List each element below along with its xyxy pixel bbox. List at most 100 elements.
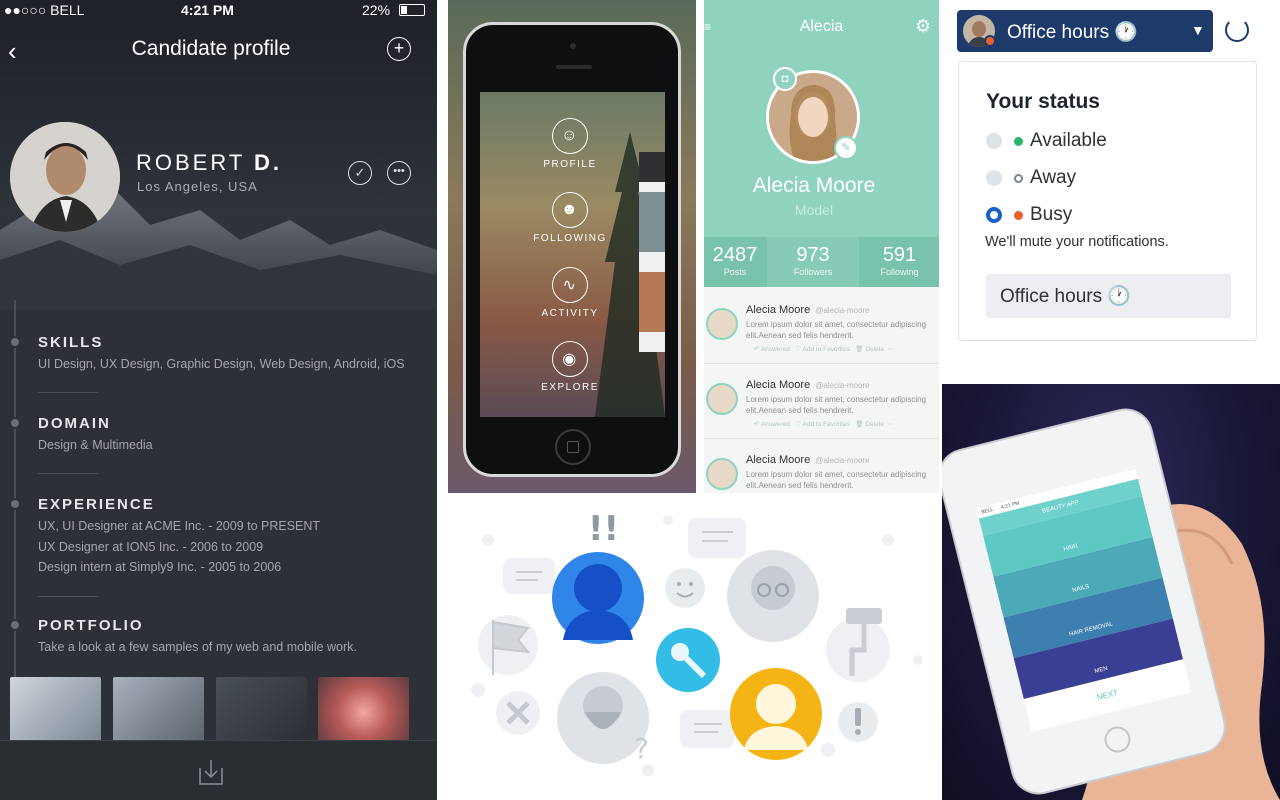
busy-note: We'll mute your notifications. <box>985 234 1169 250</box>
post-avatar <box>706 383 738 415</box>
available-dot-icon <box>1014 137 1023 146</box>
stat-value: 2487 <box>712 244 758 266</box>
status-button-label: Office hours 🕐 <box>1007 20 1138 44</box>
speaker <box>556 65 592 69</box>
post-avatar <box>706 458 738 490</box>
side-drawer-preview <box>639 152 665 352</box>
gear-icon[interactable]: ⚙ <box>915 16 931 37</box>
stat-posts[interactable]: 2487 Posts <box>704 237 766 287</box>
skills-text: UI Design, UX Design, Graphic Design, We… <box>38 357 405 371</box>
svg-text:?: ? <box>634 732 649 765</box>
menu-item-profile[interactable]: ☺ PROFILE <box>530 118 610 170</box>
avatar <box>10 122 120 232</box>
list-item[interactable]: Alecia Moore @alecia-moore Lorem ipsum do… <box>704 290 939 364</box>
post-author: Alecia Moore @alecia-moore <box>746 304 870 316</box>
check-icon[interactable]: ✓ <box>348 161 372 185</box>
timeline-dot <box>9 417 21 429</box>
battery-percent: 22% <box>362 2 391 18</box>
divider <box>38 392 98 393</box>
experience-line: Design intern at Simply9 Inc. - 2005 to … <box>38 560 282 574</box>
answered-action[interactable]: Answered <box>761 346 790 353</box>
beauty-app-mockup: BELL 4:21 PM BEAUTY APP HAIR NAILS HAIR … <box>942 384 1280 800</box>
pulse-icon: ∿ <box>552 267 588 303</box>
option-away[interactable]: Away <box>1030 167 1076 189</box>
users-icon: ☻ <box>552 192 588 228</box>
menu-label: FOLLOWING <box>533 233 607 244</box>
radio-away[interactable] <box>986 170 1002 186</box>
profile-name: Alecia Moore <box>752 174 876 197</box>
portfolio-thumbnail[interactable] <box>113 677 204 741</box>
portfolio-thumbnail[interactable] <box>318 677 409 741</box>
delete-action[interactable]: Delete <box>865 421 884 428</box>
stat-value: 591 <box>882 244 917 266</box>
post-author-name: Alecia Moore <box>746 454 811 466</box>
status-dropdown-button[interactable]: Office hours 🕐 ▼ <box>957 10 1213 52</box>
eye-icon: ◉ <box>552 341 588 377</box>
home-button[interactable] <box>555 429 591 465</box>
portfolio-text: Take a look at a few samples of my web a… <box>38 640 357 654</box>
page-title: Candidate profile <box>131 37 291 60</box>
profile-role: Model <box>794 202 834 218</box>
post-author: Alecia Moore @alecia-moore <box>746 379 870 391</box>
timeline-dot <box>9 336 21 348</box>
radio-busy[interactable] <box>986 207 1002 223</box>
clock-icon: 🕐 <box>1107 286 1132 307</box>
menu-label: EXPLORE <box>541 382 599 393</box>
home-button[interactable] <box>1101 723 1134 756</box>
post-handle: @alecia-moore <box>815 381 870 390</box>
post-text: Lorem ipsum dolor sit amet, consectetur … <box>746 395 927 415</box>
delete-action[interactable]: Delete <box>865 346 884 353</box>
menu-item-explore[interactable]: ◉ EXPLORE <box>530 341 610 393</box>
add-icon[interactable]: + <box>387 37 411 61</box>
menu-icon[interactable]: ≡ <box>704 20 711 34</box>
option-available[interactable]: Available <box>1030 130 1107 152</box>
section-title-skills: SKILLS <box>38 334 104 351</box>
stat-following[interactable]: 591 Following <box>860 237 939 287</box>
post-avatar <box>706 308 738 340</box>
phone-menu-mockup: ☺ PROFILE ☻ FOLLOWING ∿ ACTIVITY ◉ EXPLORE <box>448 0 696 493</box>
post-actions: ↶ Answered ♡ Add to Favorites 🗑 Delete ⋯ <box>754 421 895 428</box>
post-actions: ↶ Answered ♡ Add to Favorites 🗑 Delete ⋯ <box>754 346 895 353</box>
post-text: Lorem ipsum dolor sit amet, consectetur … <box>746 320 927 340</box>
phone-screen: BELL 4:21 PM BEAUTY APP HAIR NAILS HAIR … <box>976 469 1192 732</box>
option-busy[interactable]: Busy <box>1030 204 1072 226</box>
refresh-icon[interactable] <box>1225 18 1249 42</box>
category-label: NAILS <box>1071 583 1091 594</box>
menu-item-following[interactable]: ☻ FOLLOWING <box>530 192 610 244</box>
section-title-portfolio: PORTFOLIO <box>38 617 144 634</box>
portfolio-thumbnail[interactable] <box>10 677 101 741</box>
category-label: HAIR <box>1063 543 1079 553</box>
category-label: MEN <box>1094 665 1109 675</box>
divider <box>38 473 98 474</box>
list-item[interactable]: Alecia Moore @alecia-moore Lorem ipsum do… <box>704 365 939 439</box>
answered-action[interactable]: Answered <box>761 421 790 428</box>
download-icon[interactable] <box>198 758 224 786</box>
timeline-dot <box>9 498 21 510</box>
list-item[interactable]: Alecia Moore @alecia-moore Lorem ipsum do… <box>704 440 939 493</box>
post-author: Alecia Moore @alecia-moore <box>746 454 870 466</box>
first-name: ROBERT <box>136 150 245 175</box>
menu-item-activity[interactable]: ∿ ACTIVITY <box>530 267 610 319</box>
status-button-text: Office hours <box>1007 22 1110 43</box>
clock-icon: 🕐 <box>1114 22 1139 43</box>
radio-available[interactable] <box>986 133 1002 149</box>
camera-icon[interactable]: ◘ <box>773 67 797 91</box>
camera-dot <box>570 43 576 49</box>
edit-icon[interactable]: ✎ <box>834 136 858 160</box>
away-dot-icon <box>1014 174 1023 183</box>
portfolio-thumbnail[interactable] <box>216 677 307 741</box>
favorite-action[interactable]: Add to Favorites <box>803 346 850 353</box>
stat-followers[interactable]: 973 Followers <box>767 237 859 287</box>
post-author-name: Alecia Moore <box>746 304 811 316</box>
divider <box>38 596 98 597</box>
candidate-profile-screen: ●●○○○ BELL 4:21 PM 22% ‹ Candidate profi… <box>0 0 437 800</box>
phone-screen: ☺ PROFILE ☻ FOLLOWING ∿ ACTIVITY ◉ EXPLORE <box>480 92 665 417</box>
status-popover: Your status Available Away Busy We'll mu… <box>958 61 1257 341</box>
more-icon[interactable]: ••• <box>387 161 411 185</box>
favorite-action[interactable]: Add to Favorites <box>803 421 850 428</box>
busy-badge-icon <box>984 35 996 47</box>
office-hours-button[interactable]: Office hours 🕐 <box>986 274 1231 318</box>
candidate-name: ROBERT D. <box>136 150 282 176</box>
post-handle: @alecia-moore <box>815 456 870 465</box>
stat-value: 973 <box>796 244 830 266</box>
